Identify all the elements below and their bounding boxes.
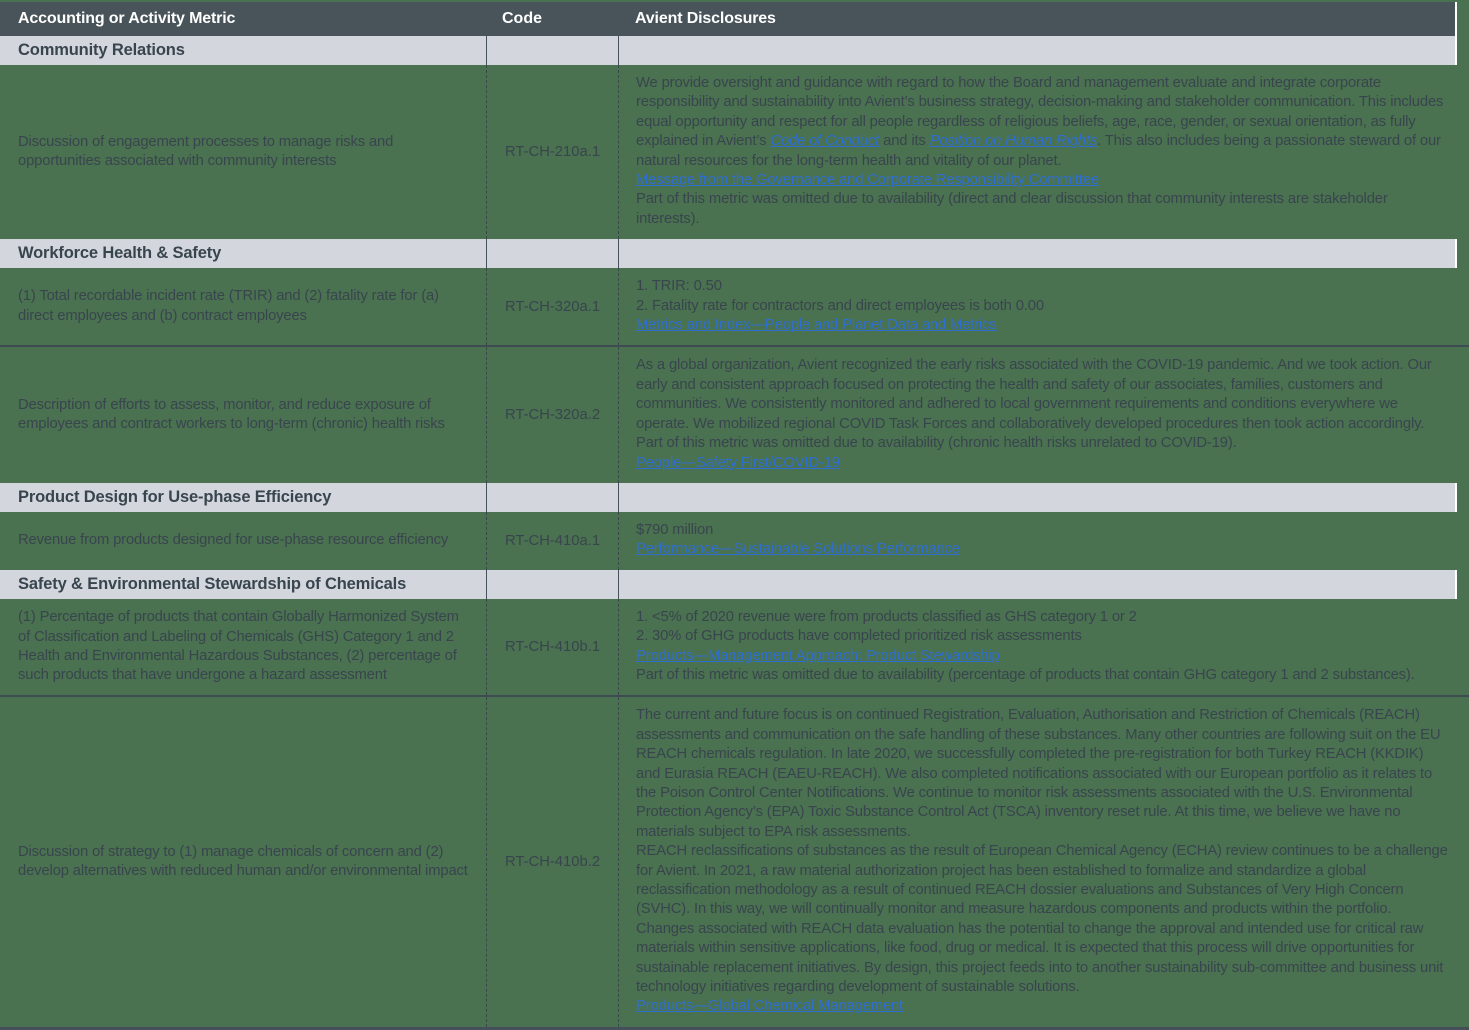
sasb-disclosure-table: Accounting or Activity Metric Code Avien… bbox=[0, 0, 1469, 1030]
disclosure-paragraph: Metrics and Index—People and Planet Data… bbox=[636, 316, 1451, 335]
disclosure-paragraph: 2. 30% of GHG products have completed pr… bbox=[636, 627, 1451, 646]
text-segment: 2. Fatality rate for contractors and dir… bbox=[636, 298, 1044, 314]
disclosure-paragraph: As a global organization, Avient recogni… bbox=[636, 356, 1451, 434]
code-text: RT-CH-410b.2 bbox=[486, 697, 618, 1027]
row-rt-ch-410b2: Discussion of strategy to (1) manage che… bbox=[0, 695, 1469, 1027]
text-segment: As a global organization, Avient recogni… bbox=[636, 357, 1432, 431]
section-empty-disclosure-cell bbox=[618, 483, 1455, 512]
section-empty-disclosure-cell bbox=[618, 239, 1455, 268]
disclosure-link[interactable]: Message from the Governance and Corporat… bbox=[636, 172, 1099, 188]
table-header-row: Accounting or Activity Metric Code Avien… bbox=[0, 2, 1457, 36]
section-row-product-design: Product Design for Use-phase Efficiency bbox=[0, 483, 1457, 512]
disclosure-link[interactable]: Position on Human Rights bbox=[930, 133, 1097, 149]
section-title: Safety & Environmental Stewardship of Ch… bbox=[0, 572, 486, 597]
text-segment: 2. 30% of GHG products have completed pr… bbox=[636, 628, 1082, 644]
disclosure-link[interactable]: Performance—Sustainable Solutions Perfor… bbox=[636, 541, 960, 557]
text-segment: Part of this metric was omitted due to a… bbox=[636, 435, 1237, 451]
header-disclosures: Avient Disclosures bbox=[618, 5, 1455, 32]
text-segment: 1. TRIR: 0.50 bbox=[636, 278, 722, 294]
text-segment: Part of this metric was omitted due to a… bbox=[636, 191, 1388, 226]
header-metric: Accounting or Activity Metric bbox=[0, 5, 486, 32]
section-empty-code-cell bbox=[486, 239, 618, 268]
metric-text: Discussion of engagement processes to ma… bbox=[0, 65, 486, 239]
text-segment: Part of this metric was omitted due to a… bbox=[636, 667, 1415, 683]
disclosure-paragraph: Performance—Sustainable Solutions Perfor… bbox=[636, 540, 1451, 559]
code-text: RT-CH-320a.2 bbox=[486, 347, 618, 482]
row-rt-ch-320a1: (1) Total recordable incident rate (TRIR… bbox=[0, 268, 1469, 345]
disclosure-cell: 1. <5% of 2020 revenue were from product… bbox=[618, 599, 1469, 696]
disclosure-cell: The current and future focus is on conti… bbox=[618, 697, 1469, 1027]
section-title: Product Design for Use-phase Efficiency bbox=[0, 485, 486, 510]
section-row-community-relations: Community Relations bbox=[0, 36, 1457, 65]
disclosure-paragraph: Products—Global Chemical Management bbox=[636, 997, 1451, 1016]
disclosure-cell: 1. TRIR: 0.50 2. Fatality rate for contra… bbox=[618, 268, 1469, 345]
disclosure-paragraph: $790 million bbox=[636, 521, 1451, 540]
section-title: Workforce Health & Safety bbox=[0, 241, 486, 266]
table-bottom-border bbox=[0, 1027, 1469, 1030]
disclosure-link[interactable]: People—Safety First/COVID-19 bbox=[636, 455, 840, 471]
section-empty-disclosure-cell bbox=[618, 36, 1455, 65]
code-text: RT-CH-210a.1 bbox=[486, 65, 618, 239]
code-text: RT-CH-410b.1 bbox=[486, 599, 618, 696]
text-segment: REACH reclassifications of substances as… bbox=[636, 843, 1448, 917]
row-rt-ch-410b1: (1) Percentage of products that contain … bbox=[0, 599, 1469, 696]
row-rt-ch-410a1: Revenue from products designed for use-p… bbox=[0, 512, 1469, 570]
disclosure-cell: We provide oversight and guidance with r… bbox=[618, 65, 1469, 239]
section-title: Community Relations bbox=[0, 38, 486, 63]
disclosure-cell: As a global organization, Avient recogni… bbox=[618, 347, 1469, 482]
row-rt-ch-320a2: Description of efforts to assess, monito… bbox=[0, 345, 1469, 482]
section-empty-code-cell bbox=[486, 483, 618, 512]
disclosure-paragraph: Products—Management Approach: Product St… bbox=[636, 647, 1451, 666]
disclosure-paragraph: Part of this metric was omitted due to a… bbox=[636, 190, 1451, 229]
text-segment: and its bbox=[879, 133, 929, 149]
disclosure-paragraph: 1. <5% of 2020 revenue were from product… bbox=[636, 608, 1451, 627]
section-empty-code-cell bbox=[486, 570, 618, 599]
disclosure-link[interactable]: Products—Management Approach: Product St… bbox=[636, 648, 1000, 664]
disclosure-paragraph: People—Safety First/COVID-19 bbox=[636, 454, 1451, 473]
disclosure-paragraph: 2. Fatality rate for contractors and dir… bbox=[636, 297, 1451, 316]
disclosure-paragraph: 1. TRIR: 0.50 bbox=[636, 277, 1451, 296]
disclosure-paragraph: The current and future focus is on conti… bbox=[636, 706, 1451, 842]
metric-text: Description of efforts to assess, monito… bbox=[0, 347, 486, 482]
disclosure-paragraph: Message from the Governance and Corporat… bbox=[636, 171, 1451, 190]
text-segment: The current and future focus is on conti… bbox=[636, 707, 1440, 839]
disclosure-link[interactable]: Code of Conduct bbox=[770, 133, 879, 149]
disclosure-paragraph: Changes associated with REACH data evalu… bbox=[636, 920, 1451, 998]
metric-text: Discussion of strategy to (1) manage che… bbox=[0, 697, 486, 1027]
code-text: RT-CH-410a.1 bbox=[486, 512, 618, 570]
section-row-workforce-health-safety: Workforce Health & Safety bbox=[0, 239, 1457, 268]
metric-text: (1) Percentage of products that contain … bbox=[0, 599, 486, 696]
text-segment: $790 million bbox=[636, 522, 713, 538]
disclosure-cell: $790 million Performance—Sustainable Solu… bbox=[618, 512, 1469, 570]
section-empty-code-cell bbox=[486, 36, 618, 65]
metric-text: Revenue from products designed for use-p… bbox=[0, 512, 486, 570]
text-segment: Changes associated with REACH data evalu… bbox=[636, 921, 1443, 995]
disclosure-paragraph: We provide oversight and guidance with r… bbox=[636, 74, 1451, 171]
section-row-safety-environmental-stewardship: Safety & Environmental Stewardship of Ch… bbox=[0, 570, 1457, 599]
text-segment: 1. <5% of 2020 revenue were from product… bbox=[636, 609, 1137, 625]
metric-text: (1) Total recordable incident rate (TRIR… bbox=[0, 268, 486, 345]
code-text: RT-CH-320a.1 bbox=[486, 268, 618, 345]
disclosure-paragraph: Part of this metric was omitted due to a… bbox=[636, 434, 1451, 453]
header-code: Code bbox=[486, 2, 618, 36]
disclosure-paragraph: REACH reclassifications of substances as… bbox=[636, 842, 1451, 920]
disclosure-link[interactable]: Metrics and Index—People and Planet Data… bbox=[636, 317, 997, 333]
disclosure-paragraph: Part of this metric was omitted due to a… bbox=[636, 666, 1451, 685]
section-empty-disclosure-cell bbox=[618, 570, 1455, 599]
disclosure-link[interactable]: Products—Global Chemical Management bbox=[636, 998, 903, 1014]
row-rt-ch-210a1: Discussion of engagement processes to ma… bbox=[0, 65, 1469, 239]
